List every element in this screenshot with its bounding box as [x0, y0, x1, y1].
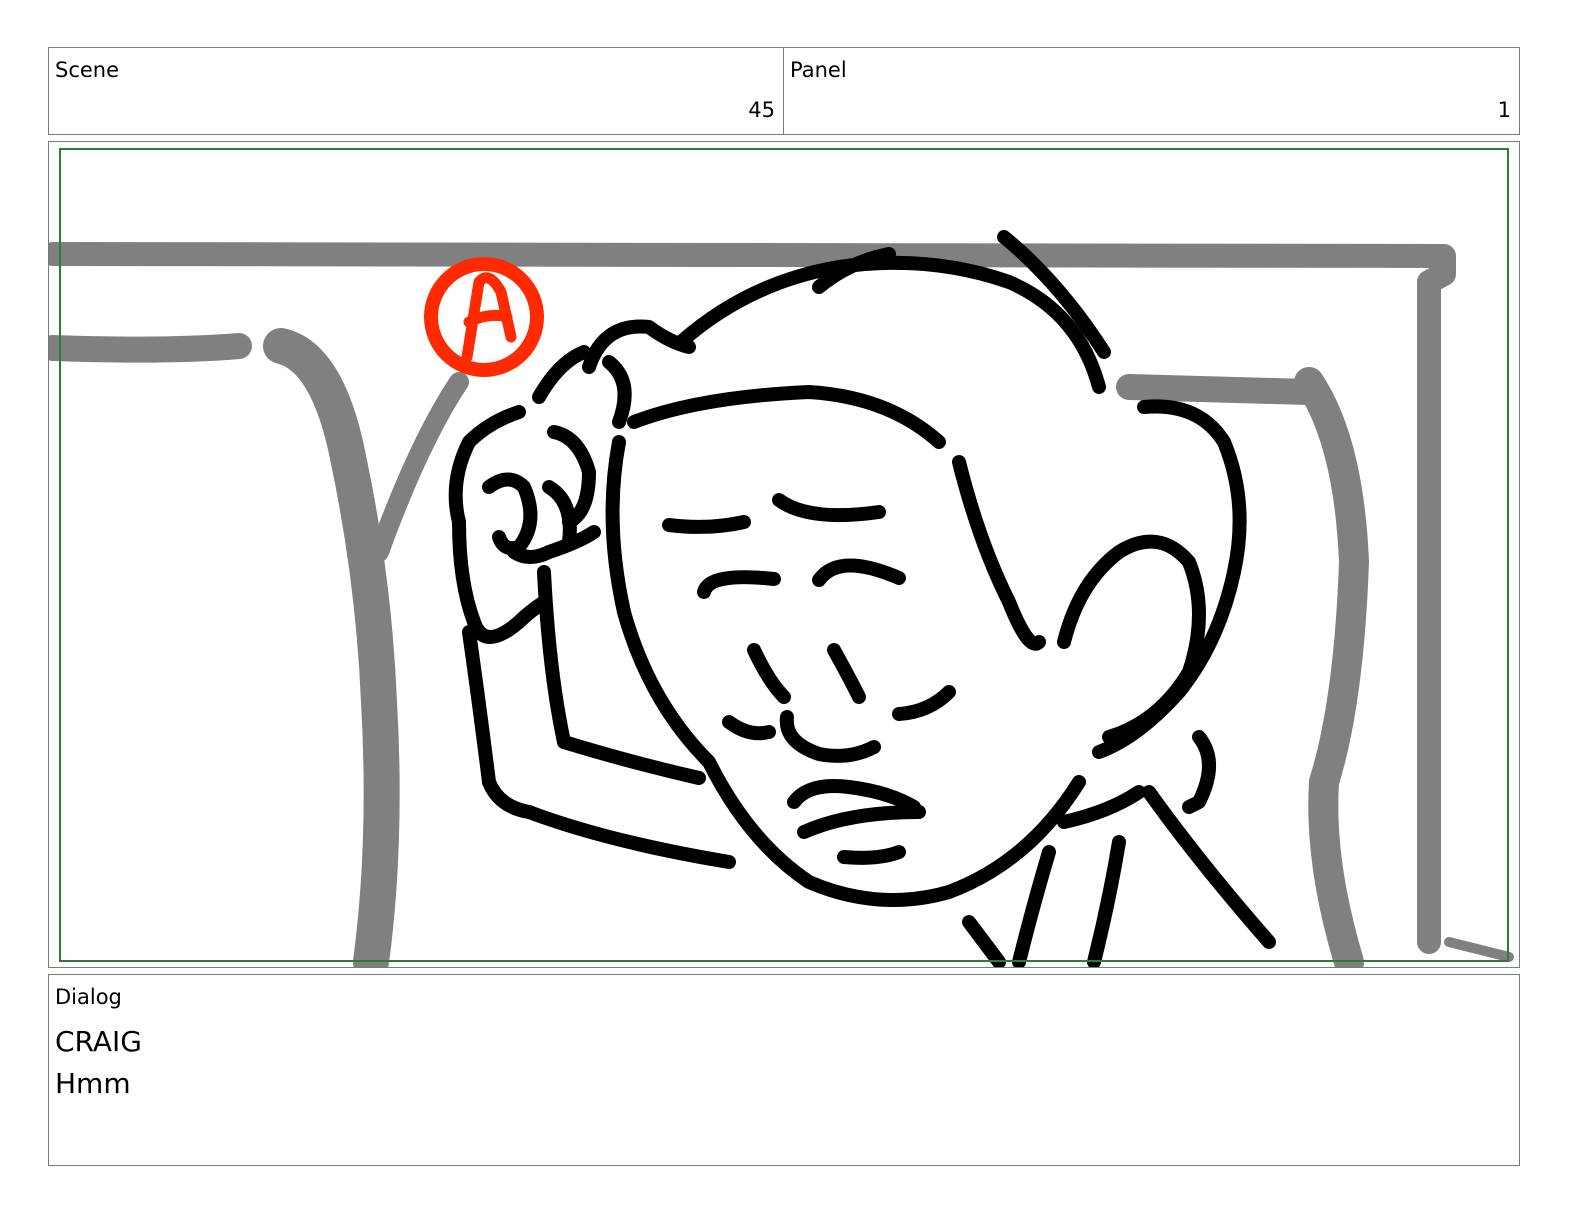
dialog-cell: Dialog CRAIG Hmm [48, 974, 1520, 1166]
panel-label: Panel [790, 58, 847, 82]
dialog-character-name: CRAIG [55, 1025, 142, 1058]
dialog-text: Hmm [55, 1067, 131, 1100]
panel-cell: Panel 1 [783, 47, 1520, 135]
safe-frame-border [59, 148, 1509, 962]
panel-number: 1 [1497, 98, 1511, 122]
scene-cell: Scene 45 [48, 47, 784, 135]
storyboard-frame [48, 141, 1520, 968]
scene-label: Scene [55, 58, 120, 82]
scene-number: 45 [748, 98, 775, 122]
dialog-label: Dialog [55, 985, 122, 1009]
